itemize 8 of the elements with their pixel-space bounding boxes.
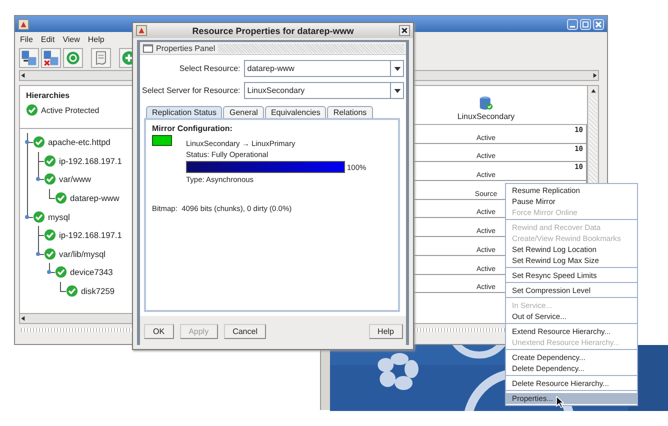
column-header: LinuxSecondary [457,112,515,121]
field-label: Select Resource: [179,64,240,73]
hierarchies-title: Hierarchies [26,91,70,100]
panel-title: Properties Panel [156,44,216,52]
field-label: Select Server for Resource: [142,86,240,95]
dialog-title: Resource Properties for datarep-www [191,26,355,36]
legend-label: Active Protected [41,106,100,114]
section-heading: Mirror Configuration: [152,124,234,133]
